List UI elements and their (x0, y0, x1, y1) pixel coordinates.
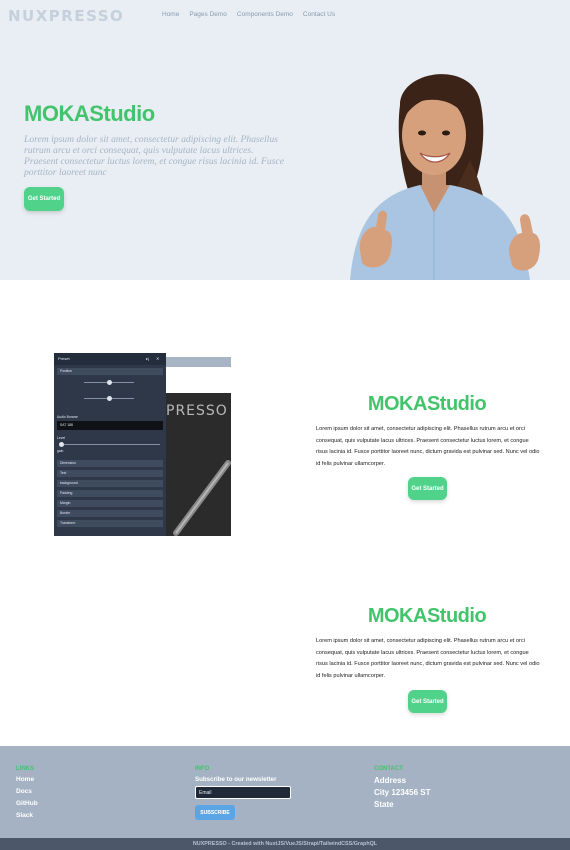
panel-gain-label: gain (57, 449, 64, 453)
hero-section: NUXPRESSO Home Pages Demo Components Dem… (0, 0, 570, 280)
panel-row-transform[interactable]: Transform (57, 520, 163, 527)
panel-close-icon[interactable]: ✕ (156, 356, 159, 361)
mockup-strip (166, 357, 231, 367)
editor-mockup-image: PRESSO Preset ▸| ✕ Position Audio Browse… (54, 353, 231, 536)
footer-credit: NUXPRESSO - Created with NuxtJS/VueJS/St… (0, 838, 570, 850)
mockup-photo-text: PRESSO (166, 403, 228, 419)
top-nav: Home Pages Demo Components Demo Contact … (162, 11, 335, 18)
hero-title: MOKAStudio (24, 101, 155, 126)
feature-1-get-started-button[interactable]: Get Started (408, 477, 447, 500)
panel-audio-label: Audio Browse (57, 415, 78, 419)
footer: LINKS Home Docs GitHub Slack INFO Subscr… (0, 746, 570, 838)
nav-pages-demo[interactable]: Pages Demo (189, 11, 227, 18)
panel-row-background[interactable]: background (57, 480, 163, 487)
nav-contact-us[interactable]: Contact Us (303, 11, 335, 18)
newsletter-label: Subscribe to our newsletter (195, 776, 277, 783)
contact-city: City 123456 ST (374, 788, 431, 797)
nav-components-demo[interactable]: Components Demo (237, 11, 293, 18)
feature-2-get-started-button[interactable]: Get Started (408, 690, 447, 713)
panel-level-label: Level (57, 436, 66, 440)
mockup-photo: PRESSO (166, 393, 231, 536)
panel-position-row[interactable]: Position (57, 368, 163, 375)
contact-state: State (374, 800, 394, 809)
feature-2-title: MOKAStudio (367, 605, 487, 627)
footer-info-title: INFO (195, 766, 210, 772)
hero-description: Lorem ipsum dolor sit amet, consectetur … (24, 134, 284, 178)
footer-link-docs[interactable]: Docs (16, 788, 32, 795)
newsletter-email-input[interactable] (195, 786, 291, 799)
page: NUXPRESSO Home Pages Demo Components Dem… (0, 0, 570, 850)
slider-track-3 (60, 444, 160, 445)
footer-link-home[interactable]: Home (16, 776, 34, 783)
feature-1-title: MOKAStudio (367, 393, 487, 415)
slider-handle-1[interactable] (107, 380, 112, 385)
footer-links-title: LINKS (16, 766, 34, 772)
panel-header: Preset ▸| ✕ (54, 353, 166, 365)
subscribe-button[interactable]: SUBSCRIBE (195, 805, 235, 820)
feature-1-text: Lorem ipsum dolor sit amet, consectetur … (316, 426, 540, 468)
panel-row-margin[interactable]: Margin (57, 500, 163, 507)
panel-row-padding[interactable]: Padding (57, 490, 163, 497)
slider-handle-3[interactable] (59, 442, 64, 447)
panel-row-dimension[interactable]: Dimension (57, 460, 163, 467)
editor-panel: Preset ▸| ✕ Position Audio Browse SAT 18… (54, 353, 166, 536)
panel-expand-icon[interactable]: ▸| (146, 356, 149, 361)
nav-home[interactable]: Home (162, 11, 179, 18)
footer-link-github[interactable]: GitHub (16, 800, 38, 807)
brand-logo[interactable]: NUXPRESSO (8, 7, 124, 25)
hero-woman-image (350, 74, 541, 280)
hero-get-started-button[interactable]: Get Started (24, 187, 64, 211)
panel-select[interactable]: SAT 188 (57, 421, 163, 430)
slider-handle-2[interactable] (107, 396, 112, 401)
panel-row-text[interactable]: Text (57, 470, 163, 477)
footer-contact-title: CONTACT (374, 766, 403, 772)
contact-address: Address (374, 776, 407, 785)
panel-head-label: Preset (58, 356, 70, 361)
footer-link-slack[interactable]: Slack (16, 812, 33, 819)
panel-row-border[interactable]: Border (57, 510, 163, 517)
feature-2-text: Lorem ipsum dolor sit amet, consectetur … (316, 638, 540, 680)
